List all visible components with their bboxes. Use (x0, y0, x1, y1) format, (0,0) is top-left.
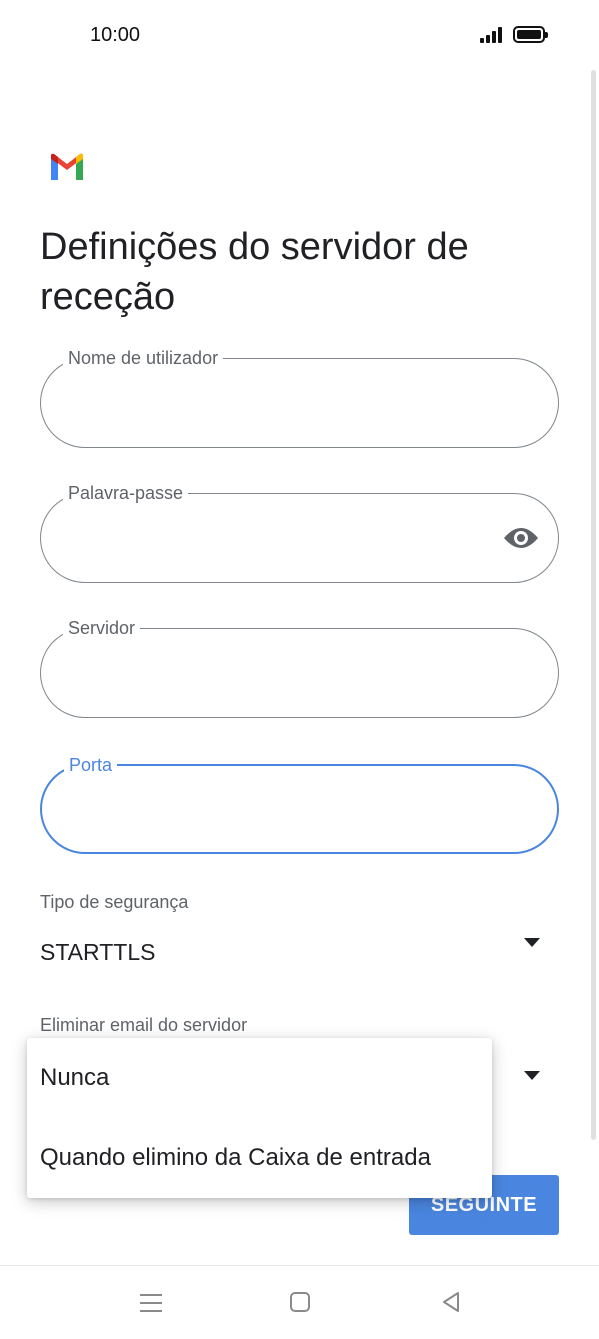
server-input[interactable] (65, 651, 489, 697)
username-input[interactable] (65, 381, 489, 427)
navigation-bar (0, 1265, 599, 1339)
menu-icon[interactable] (140, 1294, 162, 1312)
security-type-value: STARTTLS (40, 939, 156, 965)
security-type-label: Tipo de segurança (40, 892, 189, 912)
password-input[interactable] (65, 516, 489, 562)
scrollbar[interactable] (591, 70, 596, 1140)
back-icon[interactable] (440, 1290, 462, 1314)
menu-item-when-deleted-from-inbox[interactable]: Quando elimino da Caixa de entrada (27, 1118, 492, 1198)
status-bar: 10:00 (0, 0, 599, 70)
username-label: Nome de utilizador (63, 347, 224, 369)
delete-email-dropdown-menu: Nunca Quando elimino da Caixa de entrada (27, 1038, 492, 1198)
server-field[interactable]: Servidor (40, 617, 559, 718)
password-label: Palavra-passe (63, 482, 189, 504)
port-field[interactable]: Porta (40, 754, 559, 854)
home-icon[interactable] (290, 1292, 310, 1312)
delete-email-label: Eliminar email do servidor (40, 1015, 248, 1035)
gmail-icon (51, 153, 83, 180)
menu-item-never[interactable]: Nunca (27, 1038, 492, 1118)
page-title: Definições do servidor de receção (40, 226, 469, 318)
battery-icon (513, 26, 548, 43)
chevron-down-icon (524, 938, 540, 947)
port-input[interactable] (66, 788, 490, 834)
port-label: Porta (64, 754, 118, 776)
password-field[interactable]: Palavra-passe (40, 482, 559, 583)
username-field[interactable]: Nome de utilizador (40, 347, 559, 448)
signal-icon (480, 27, 506, 43)
status-time: 10:00 (90, 24, 141, 46)
security-type-select[interactable]: STARTTLS (30, 925, 560, 980)
eye-icon[interactable] (502, 524, 540, 552)
server-label: Servidor (63, 617, 141, 639)
chevron-down-icon[interactable] (524, 1071, 540, 1080)
